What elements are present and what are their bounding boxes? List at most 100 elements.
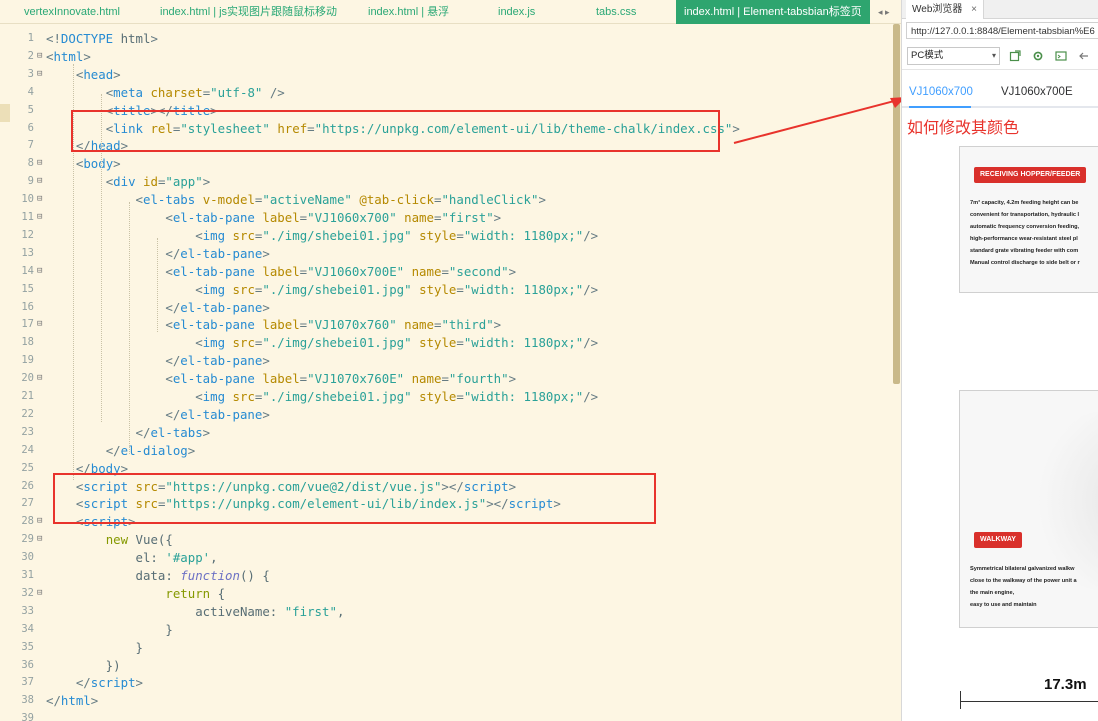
walkway-card: WALKWAY Symmetrical bilateral galvanized… (959, 390, 1098, 628)
close-icon[interactable]: × (971, 4, 977, 15)
code-line: <html> (46, 48, 91, 66)
code-line: data: function() { (46, 567, 270, 585)
code-token: < (135, 192, 143, 208)
code-token: el-dialog (120, 442, 188, 458)
editor-tab-vertexinnovate[interactable]: vertexInnovate.html (24, 0, 120, 24)
editor-tab-index-js[interactable]: index.js (498, 0, 535, 24)
code-token: DOCTYPE (60, 31, 114, 46)
fold-toggle-icon[interactable]: ⊟ (37, 263, 42, 281)
dimension-line (960, 701, 1098, 702)
fold-toggle-icon[interactable]: ⊟ (37, 173, 42, 191)
code-line: } (46, 639, 143, 657)
highlight-box-script-tags (53, 473, 656, 524)
fold-toggle-icon[interactable]: ⊟ (37, 155, 42, 173)
editor-tab-hover[interactable]: index.html | 悬浮 (368, 0, 449, 24)
line-number: 2 (27, 49, 34, 62)
editor-scrollbar[interactable] (893, 24, 900, 384)
fold-toggle-icon[interactable]: ⊟ (37, 513, 42, 531)
editor-tab-element-tabs[interactable]: index.html | Element-tabsbian标签页 (676, 0, 870, 24)
fold-toggle-icon[interactable]: ⊟ (37, 48, 42, 66)
code-token: = (456, 389, 464, 404)
code-token: el-tab-pane (180, 245, 263, 261)
code-token: > (262, 406, 270, 422)
code-token: > (508, 371, 517, 387)
code-line: <head> (46, 66, 121, 84)
fold-toggle-icon[interactable]: ⊟ (37, 370, 42, 388)
code-token: "./img/shebei01.jpg" (262, 281, 412, 297)
code-token: "width: 1180px;" (463, 335, 584, 351)
description-line: close to the walkway of the power unit a (970, 578, 1077, 584)
line-number: 28 (21, 515, 34, 528)
code-token: src (232, 227, 255, 243)
code-token: label (262, 317, 300, 333)
code-token: > (135, 675, 143, 691)
code-token: > (113, 156, 121, 172)
console-icon[interactable] (1055, 50, 1067, 62)
code-token: img (202, 335, 226, 351)
line-number: 24 (21, 443, 34, 456)
code-token: } (46, 639, 143, 655)
code-token: src (232, 389, 255, 404)
code-line: <el-tab-pane label="VJ1070x760E" name="f… (46, 370, 516, 388)
editor-tab-bar: vertexInnovate.html index.html | js实现图片跟… (0, 0, 901, 24)
code-token: = (441, 371, 449, 387)
browser-tab[interactable]: Web浏览器 × (906, 0, 985, 19)
line-number: 27 (21, 497, 34, 510)
el-tab-vj1060x700e[interactable]: VJ1060x700E (1001, 86, 1073, 98)
dimension-tick (960, 691, 961, 709)
line-number-gutter: 1 2 ⊟ 3 ⊟ 4 5 6 7 8 ⊟ 9 ⊟ 10 ⊟ 11 ⊟ 12 13 14 ⊟ 15 16 17 ⊟ 18 19 20 ⊟… (0, 24, 46, 721)
code-token: "width: 1180px;" (463, 227, 584, 243)
code-token: el-tab-pane (172, 210, 255, 225)
code-token: > (493, 317, 502, 333)
code-line: </html> (46, 692, 98, 710)
walkway-description: Symmetrical bilateral galvanized walkw cl… (970, 563, 1077, 611)
badge-walkway: WALKWAY (974, 532, 1022, 548)
browser-tab-label: Web浏览器 (912, 4, 963, 15)
tab-scroll-arrows-icon[interactable]: ◂ ▸ (878, 0, 890, 24)
line-number: 13 (21, 246, 34, 259)
line-number: 12 (21, 228, 34, 241)
code-token: < (165, 263, 173, 279)
new-window-icon[interactable] (1009, 50, 1021, 62)
mode-select[interactable]: PC模式 ▾ (907, 47, 1000, 65)
fold-toggle-icon[interactable]: ⊟ (37, 209, 42, 227)
line-number: 29 (21, 533, 34, 546)
code-token: v-model (202, 192, 255, 208)
line-number: 30 (21, 551, 34, 564)
code-token: /> (583, 335, 599, 351)
url-field[interactable]: http://127.0.0.1:8848/Element-tabsbian%E… (906, 22, 1098, 39)
code-token: style (419, 389, 457, 404)
highlight-box-css-link (71, 110, 720, 152)
code-token: > (187, 442, 196, 458)
fold-toggle-icon[interactable]: ⊟ (37, 585, 42, 603)
line-number: 21 (21, 390, 34, 402)
code-token: name (404, 210, 434, 225)
fold-toggle-icon[interactable]: ⊟ (37, 191, 42, 209)
editor-tab-tabs-css[interactable]: tabs.css (596, 0, 636, 24)
line-number: 22 (21, 407, 34, 420)
editor-tab-mouse-follow[interactable]: index.html | js实现图片跟随鼠标移动 (160, 0, 337, 24)
code-token: label (262, 263, 300, 279)
fold-toggle-icon[interactable]: ⊟ (37, 316, 42, 334)
settings-gear-icon[interactable] (1032, 50, 1044, 62)
fold-toggle-icon[interactable]: ⊟ (37, 531, 42, 549)
code-token: > (83, 48, 91, 64)
code-token: , (210, 550, 218, 566)
fold-toggle-icon[interactable]: ⊟ (37, 66, 42, 84)
code-line: <el-tab-pane label="VJ1060x700" name="fi… (46, 209, 501, 227)
el-tab-vj1060x700[interactable]: VJ1060x700 (909, 86, 973, 98)
code-token: < (165, 371, 173, 387)
annotation-arrow (733, 97, 906, 144)
code-token: "./img/shebei01.jpg" (262, 227, 412, 243)
code-line: <!DOCTYPE html> (46, 30, 158, 48)
back-arrow-icon[interactable] (1078, 50, 1090, 62)
